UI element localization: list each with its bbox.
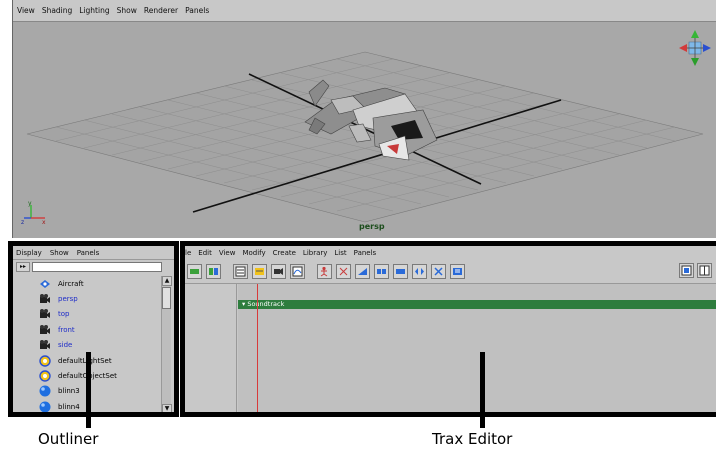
outliner-item-front[interactable]: front [13,322,161,337]
shader-sphere-icon [39,401,51,412]
outliner-panel[interactable]: Display Show Panels ▸▸ Aircraft persp to… [8,241,179,417]
set-icon [39,370,51,382]
outliner-item-label: persp [58,295,78,304]
outliner-scrollbar[interactable]: ▲ ▼ [161,276,172,412]
axis-label-z: z [21,219,24,226]
outliner-menubar: Display Show Panels [13,246,174,260]
outliner-item-side[interactable]: side [13,338,161,353]
load-selected-icon[interactable] [206,264,221,279]
transform-icon [40,279,50,288]
view-cube-icon[interactable] [677,28,713,68]
scrollbar-thumb[interactable] [162,287,171,309]
clip-highlight-icon[interactable] [252,264,267,279]
trax-track-area[interactable]: ▾ Soundtrack [238,284,716,412]
trax-callout-line [480,352,485,428]
figure-icon[interactable] [336,264,351,279]
menu-view[interactable]: View [17,6,35,15]
trax-menubar: le Edit View Modify Create Library List … [185,246,716,260]
current-time-marker[interactable] [257,284,258,412]
frame-all-icon[interactable] [679,263,694,278]
scroll-up-icon[interactable]: ▲ [162,276,172,286]
axis-gizmo: y z x [21,200,46,226]
outliner-item-label: top [58,310,70,319]
trax-right-tools [679,263,712,278]
pose-icon[interactable] [317,264,332,279]
trax-time-ruler[interactable] [238,412,716,417]
trax-menu-file[interactable]: le [185,249,191,257]
outliner-caption: Outliner [38,430,99,448]
panel-layout-icon[interactable] [697,263,712,278]
merge-clip-icon[interactable] [393,264,408,279]
outliner-filter-button[interactable]: ▸▸ [16,262,30,272]
menu-shading[interactable]: Shading [42,6,72,15]
outliner-callout-line [86,352,91,428]
menu-lighting[interactable]: Lighting [79,6,109,15]
shader-sphere-icon [39,385,51,397]
set-icon [39,354,51,367]
axis-label-x: x [42,219,46,226]
camera-name-label: persp [359,222,385,231]
outliner-item-persp[interactable]: persp [13,291,161,306]
list-view-icon[interactable] [233,264,248,279]
camera-icon [40,340,50,350]
viewport-menubar: View Shading Lighting Show Renderer Pane… [13,0,716,22]
outliner-filter-input[interactable] [32,262,162,272]
outliner-item-top[interactable]: top [13,307,161,322]
trax-menu-edit[interactable]: Edit [198,249,212,257]
camera-icon [40,324,50,334]
outliner-item-label: side [58,341,73,350]
outliner-menu-panels[interactable]: Panels [77,249,100,257]
scale-clip-icon[interactable] [412,264,427,279]
trax-menu-create[interactable]: Create [273,249,296,257]
outliner-item-label: blinn3 [58,387,80,396]
outliner-item-aircraft[interactable]: Aircraft [13,276,161,291]
split-clip-icon[interactable] [374,264,389,279]
trax-editor-panel[interactable]: le Edit View Modify Create Library List … [180,241,716,417]
perspective-viewport[interactable]: View Shading Lighting Show Renderer Pane… [12,0,716,238]
trax-menu-modify[interactable]: Modify [242,249,265,257]
soundtrack-track[interactable]: ▾ Soundtrack [238,300,716,309]
outliner-menu-display[interactable]: Display [16,249,42,257]
trax-body: ▾ Soundtrack [185,284,716,417]
outliner-item-label: Aircraft [58,279,84,288]
blend-icon[interactable] [355,264,370,279]
trax-menu-view[interactable]: View [219,249,236,257]
graph-editor-icon[interactable] [290,264,305,279]
outliner-filter-row: ▸▸ [13,260,174,274]
trax-menu-panels[interactable]: Panels [354,249,377,257]
trax-track-list[interactable] [185,284,237,412]
trax-menu-library[interactable]: Library [303,249,327,257]
menu-panels[interactable]: Panels [185,6,209,15]
outliner-item-label: front [58,325,75,334]
camera-record-icon[interactable] [271,264,286,279]
camera-icon [40,294,50,304]
menu-show[interactable]: Show [117,6,137,15]
trax-menu-list[interactable]: List [334,249,346,257]
menu-renderer[interactable]: Renderer [144,6,178,15]
outliner-item-label: blinn4 [58,402,80,411]
outliner-item-label: defaultLightSet [58,356,112,365]
trax-toolbar [185,260,716,284]
axis-label-y: y [28,200,32,207]
trim-clip-icon[interactable] [431,264,446,279]
trax-caption: Trax Editor [432,430,513,448]
outliner-menu-show[interactable]: Show [50,249,69,257]
camera-icon [40,309,50,319]
viewport-scene[interactable] [13,22,716,238]
scroll-down-icon[interactable]: ▼ [162,404,172,412]
audio-clip-icon[interactable] [450,264,465,279]
load-character-icon[interactable] [187,264,202,279]
